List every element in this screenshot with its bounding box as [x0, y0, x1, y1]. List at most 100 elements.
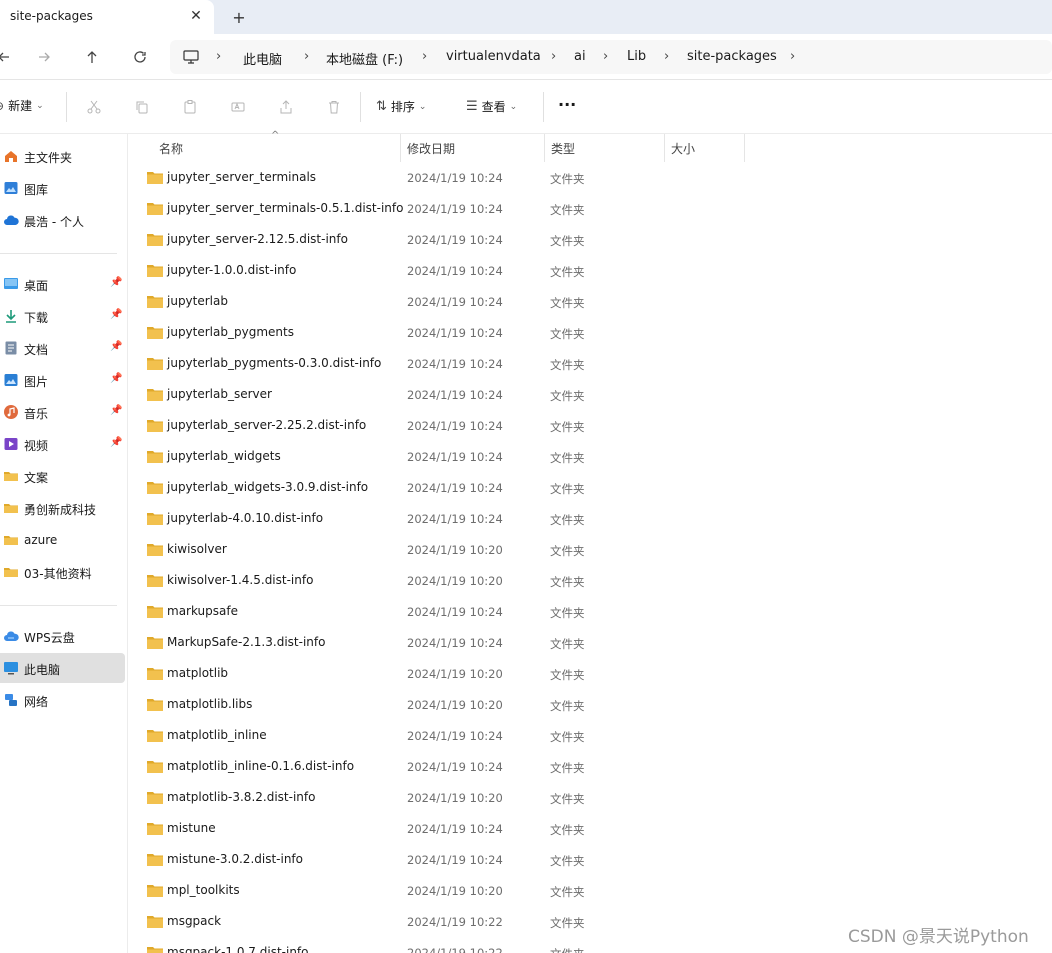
breadcrumb-lib[interactable]: Lib — [627, 49, 646, 64]
file-row[interactable]: mistune 2024/1/19 10:24 文件夹 — [129, 813, 1052, 844]
new-tab-icon[interactable]: + — [228, 6, 250, 28]
refresh-icon[interactable] — [128, 45, 152, 69]
file-row[interactable]: matplotlib 2024/1/19 10:20 文件夹 — [129, 658, 1052, 689]
copy-icon[interactable] — [132, 97, 152, 117]
file-row[interactable]: jupyterlab_server 2024/1/19 10:24 文件夹 — [129, 379, 1052, 410]
file-row[interactable]: jupyter_server_terminals-0.5.1.dist-info… — [129, 193, 1052, 224]
close-tab-icon[interactable]: ✕ — [186, 6, 206, 26]
pin-icon[interactable]: 📌 — [110, 277, 122, 288]
sidebar-item-music[interactable]: 音乐 📌 — [0, 397, 125, 427]
sidebar-item-folder[interactable]: 勇创新成科技 — [0, 493, 125, 523]
chevron-right-icon[interactable]: › — [790, 49, 795, 64]
pin-icon[interactable]: 📌 — [110, 405, 122, 416]
column-header-type[interactable]: 类型 — [545, 134, 664, 162]
file-row[interactable]: matplotlib.libs 2024/1/19 10:20 文件夹 — [129, 689, 1052, 720]
sidebar-item-download[interactable]: 下载 📌 — [0, 301, 125, 331]
sidebar-item-network[interactable]: 网络 — [0, 685, 125, 715]
file-name: jupyterlab_widgets — [167, 449, 281, 463]
toolbar-divider — [543, 92, 544, 122]
sidebar-item-folder[interactable]: 03-其他资料 — [0, 557, 125, 587]
file-row[interactable]: jupyter-1.0.0.dist-info 2024/1/19 10:24 文件… — [129, 255, 1052, 286]
sidebar-item-desktop[interactable]: 桌面 📌 — [0, 269, 125, 299]
tab-site-packages[interactable]: site-packages ✕ — [0, 0, 214, 34]
file-modified-date: 2024/1/19 10:24 — [407, 605, 503, 619]
delete-icon[interactable] — [324, 97, 344, 117]
file-list: ^ 名称 修改日期 类型 大小 jupyter_server_terminals… — [129, 130, 1052, 953]
sidebar-item-video[interactable]: 视频 📌 — [0, 429, 125, 459]
file-row[interactable]: mpl_toolkits 2024/1/19 10:20 文件夹 — [129, 875, 1052, 906]
forward-arrow-icon[interactable] — [32, 45, 56, 69]
file-row[interactable]: jupyterlab_widgets 2024/1/19 10:24 文件夹 — [129, 441, 1052, 472]
sidebar-item-gallery[interactable]: 图库 — [0, 173, 125, 203]
folder-icon — [147, 761, 163, 773]
breadcrumb-ai[interactable]: ai — [574, 49, 586, 64]
column-header-name[interactable]: 名称 — [153, 134, 401, 162]
file-row[interactable]: jupyterlab_pygments 2024/1/19 10:24 文件夹 — [129, 317, 1052, 348]
view-button[interactable]: ☰ 查看 ⌄ — [466, 98, 517, 115]
more-options-icon[interactable]: ··· — [558, 95, 576, 114]
rename-icon[interactable] — [228, 97, 248, 117]
folder-icon — [147, 792, 163, 804]
file-row[interactable]: jupyterlab_pygments-0.3.0.dist-info 2024/… — [129, 348, 1052, 379]
sidebar-item-document[interactable]: 文档 📌 — [0, 333, 125, 363]
breadcrumb-virtualenvdata[interactable]: virtualenvdata — [446, 49, 541, 64]
tab-title: site-packages — [10, 9, 93, 23]
pin-icon[interactable]: 📌 — [110, 437, 122, 448]
file-row[interactable]: kiwisolver-1.4.5.dist-info 2024/1/19 10:2… — [129, 565, 1052, 596]
sidebar-item-label: 图片 — [24, 375, 49, 389]
new-button[interactable]: ⊕ 新建 ⌄ — [0, 97, 44, 114]
toolbar-divider — [66, 92, 67, 122]
new-label: 新建 — [8, 99, 33, 113]
breadcrumb-site-packages[interactable]: site-packages — [687, 49, 777, 64]
file-row[interactable]: matplotlib_inline 2024/1/19 10:24 文件夹 — [129, 720, 1052, 751]
file-row[interactable]: jupyterlab 2024/1/19 10:24 文件夹 — [129, 286, 1052, 317]
file-row[interactable]: matplotlib_inline-0.1.6.dist-info 2024/1/… — [129, 751, 1052, 782]
back-arrow-icon[interactable] — [0, 45, 16, 69]
file-row[interactable]: jupyterlab-4.0.10.dist-info 2024/1/19 10:… — [129, 503, 1052, 534]
home-icon — [3, 148, 19, 164]
file-row[interactable]: jupyterlab_widgets-3.0.9.dist-info 2024/1… — [129, 472, 1052, 503]
file-name: matplotlib-3.8.2.dist-info — [167, 790, 316, 804]
file-row[interactable]: markupsafe 2024/1/19 10:24 文件夹 — [129, 596, 1052, 627]
breadcrumb-this-pc[interactable]: 此电脑 — [243, 49, 282, 68]
file-modified-date: 2024/1/19 10:20 — [407, 543, 503, 557]
file-row[interactable]: jupyter_server-2.12.5.dist-info 2024/1/19… — [129, 224, 1052, 255]
share-icon[interactable] — [276, 97, 296, 117]
sidebar-item-wps-cloud[interactable]: WPS云盘 — [0, 621, 125, 651]
chevron-right-icon: › — [422, 49, 428, 64]
pin-icon[interactable]: 📌 — [110, 341, 122, 352]
sidebar-item-picture[interactable]: 图片 📌 — [0, 365, 125, 395]
download-icon — [3, 308, 19, 324]
file-row[interactable]: mistune-3.0.2.dist-info 2024/1/19 10:24 文件… — [129, 844, 1052, 875]
sidebar-item-folder[interactable]: azure — [0, 525, 125, 555]
new-plus-icon: ⊕ — [0, 99, 4, 113]
sidebar-item-label: 视频 — [24, 439, 49, 453]
file-row[interactable]: jupyter_server_terminals 2024/1/19 10:24 文… — [129, 162, 1052, 193]
up-arrow-icon[interactable] — [80, 45, 104, 69]
sort-button[interactable]: ⇅ 排序 ⌄ — [376, 98, 426, 115]
sidebar-item-folder[interactable]: 文案 — [0, 461, 125, 491]
sidebar-item-this-pc[interactable]: 此电脑 — [0, 653, 125, 683]
paste-icon[interactable] — [180, 97, 200, 117]
breadcrumb-local-disk[interactable]: 本地磁盘 (F:) — [326, 49, 403, 68]
navigation-bar: › 此电脑 › 本地磁盘 (F:) › virtualenvdata › ai … — [0, 34, 1052, 80]
file-modified-date: 2024/1/19 10:24 — [407, 481, 503, 495]
file-row[interactable]: matplotlib-3.8.2.dist-info 2024/1/19 10:2… — [129, 782, 1052, 813]
column-divider[interactable] — [744, 134, 745, 162]
file-row[interactable]: kiwisolver 2024/1/19 10:20 文件夹 — [129, 534, 1052, 565]
sidebar-item-onedrive-cloud[interactable]: 晨浩 - 个人 — [0, 205, 125, 235]
folder-icon — [3, 468, 19, 484]
file-row[interactable]: jupyterlab_server-2.25.2.dist-info 2024/1… — [129, 410, 1052, 441]
address-bar[interactable]: › 此电脑 › 本地磁盘 (F:) › virtualenvdata › ai … — [170, 40, 1052, 74]
sidebar-item-home[interactable]: 主文件夹 — [0, 141, 125, 171]
file-modified-date: 2024/1/19 10:20 — [407, 698, 503, 712]
pin-icon[interactable]: 📌 — [110, 309, 122, 320]
pin-icon[interactable]: 📌 — [110, 373, 122, 384]
chevron-right-icon: › — [216, 49, 222, 64]
file-name: jupyter_server_terminals — [167, 170, 317, 184]
folder-icon — [147, 296, 163, 308]
file-row[interactable]: MarkupSafe-2.1.3.dist-info 2024/1/19 10:2… — [129, 627, 1052, 658]
column-header-size[interactable]: 大小 — [665, 134, 745, 162]
cut-icon[interactable] — [84, 97, 104, 117]
column-header-modified[interactable]: 修改日期 — [401, 134, 544, 162]
